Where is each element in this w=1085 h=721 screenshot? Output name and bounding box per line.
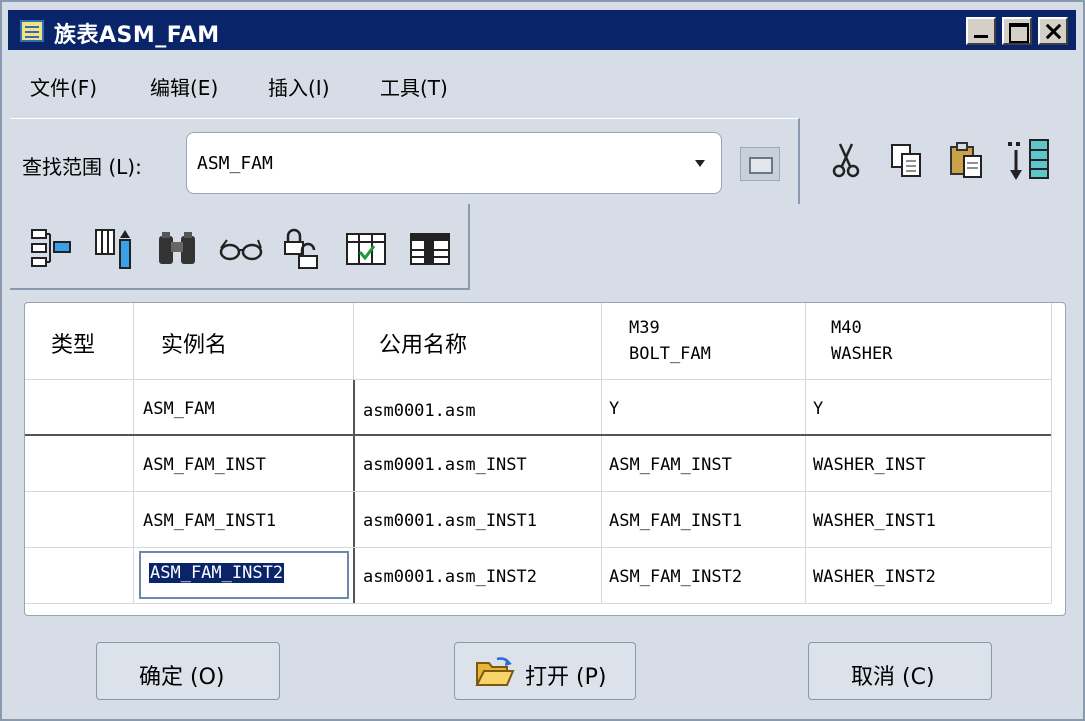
- minimize-button[interactable]: [966, 17, 996, 45]
- close-button[interactable]: [1038, 17, 1068, 45]
- title-bar[interactable]: 族表ASM_FAM: [8, 10, 1076, 50]
- find-scope-select[interactable]: ASM_FAM: [186, 132, 722, 194]
- maximize-button[interactable]: [1002, 17, 1032, 45]
- m40-cell[interactable]: Y: [813, 399, 823, 419]
- family-table-icon: [20, 20, 44, 42]
- cut-icon[interactable]: [826, 140, 866, 180]
- menu-edit[interactable]: 编辑(E): [150, 72, 218, 101]
- window-title: 族表ASM_FAM: [54, 23, 220, 48]
- m39-cell[interactable]: ASM_FAM_INST: [609, 455, 732, 475]
- add-column-icon[interactable]: [92, 226, 132, 269]
- ok-button-label: 确定 (O): [139, 665, 225, 690]
- common-name-cell[interactable]: asm0001.asm_INST2: [363, 567, 537, 587]
- tree-icon[interactable]: [30, 228, 71, 268]
- edit-toolbar: [802, 118, 1078, 204]
- common-name-cell[interactable]: asm0001.asm_INST: [363, 455, 527, 475]
- cancel-button-label: 取消 (C): [851, 665, 935, 690]
- column-header-common-name[interactable]: 公用名称: [379, 327, 467, 403]
- chevron-down-icon[interactable]: [695, 160, 705, 167]
- m39-cell[interactable]: Y: [609, 399, 619, 419]
- paste-icon[interactable]: [946, 140, 986, 180]
- common-name-cell[interactable]: asm0001.asm: [363, 401, 476, 421]
- instance-name-cell-selected[interactable]: ASM_FAM_INST2: [139, 551, 349, 599]
- family-table-grid: 类型 实例名 公用名称 M39 BOLT_FAM M40 WASHER ASM_…: [24, 302, 1066, 616]
- menu-insert[interactable]: 插入(I): [268, 72, 330, 101]
- find-scope-bar: 查找范围 (L): ASM_FAM: [10, 118, 800, 204]
- column-header-instance-name[interactable]: 实例名: [161, 327, 227, 403]
- instance-name-selected-text[interactable]: ASM_FAM_INST2: [149, 563, 285, 583]
- family-table-dialog: 族表ASM_FAM 文件(F) 编辑(E) 插入(I) 工具(T) 查找范围 (…: [0, 0, 1085, 721]
- table-toolbar: [10, 204, 470, 290]
- menu-tools[interactable]: 工具(T): [380, 72, 448, 101]
- m39-cell[interactable]: ASM_FAM_INST2: [609, 567, 742, 587]
- glasses-icon[interactable]: [218, 234, 263, 274]
- verify-icon[interactable]: [344, 230, 386, 270]
- instance-name-cell[interactable]: ASM_FAM_INST: [143, 455, 266, 475]
- menu-file[interactable]: 文件(F): [30, 72, 97, 101]
- instance-name-cell[interactable]: ASM_FAM_INST1: [143, 511, 276, 531]
- up-level-button[interactable]: [740, 147, 780, 181]
- copy-icon[interactable]: [886, 140, 926, 180]
- instance-name-cell[interactable]: ASM_FAM: [143, 399, 215, 419]
- ok-button[interactable]: 确定 (O): [96, 642, 280, 700]
- table-icon[interactable]: [408, 230, 450, 270]
- insert-column-icon[interactable]: [1006, 138, 1049, 180]
- m40-cell[interactable]: WASHER_INST1: [813, 511, 936, 531]
- folder-open-icon: [475, 655, 515, 689]
- m40-cell[interactable]: WASHER_INST: [813, 455, 926, 475]
- binoculars-icon[interactable]: [156, 230, 196, 270]
- open-button[interactable]: 打开 (P): [454, 642, 636, 700]
- lock-icon[interactable]: [282, 226, 322, 269]
- find-scope-value: ASM_FAM: [197, 153, 273, 174]
- m40-cell[interactable]: WASHER_INST2: [813, 567, 936, 587]
- cancel-button[interactable]: 取消 (C): [808, 642, 992, 700]
- find-scope-label: 查找范围 (L):: [22, 155, 142, 179]
- open-button-label: 打开 (P): [525, 665, 607, 690]
- m39-cell[interactable]: ASM_FAM_INST1: [609, 511, 742, 531]
- common-name-cell[interactable]: asm0001.asm_INST1: [363, 511, 537, 531]
- column-header-type[interactable]: 类型: [51, 327, 95, 403]
